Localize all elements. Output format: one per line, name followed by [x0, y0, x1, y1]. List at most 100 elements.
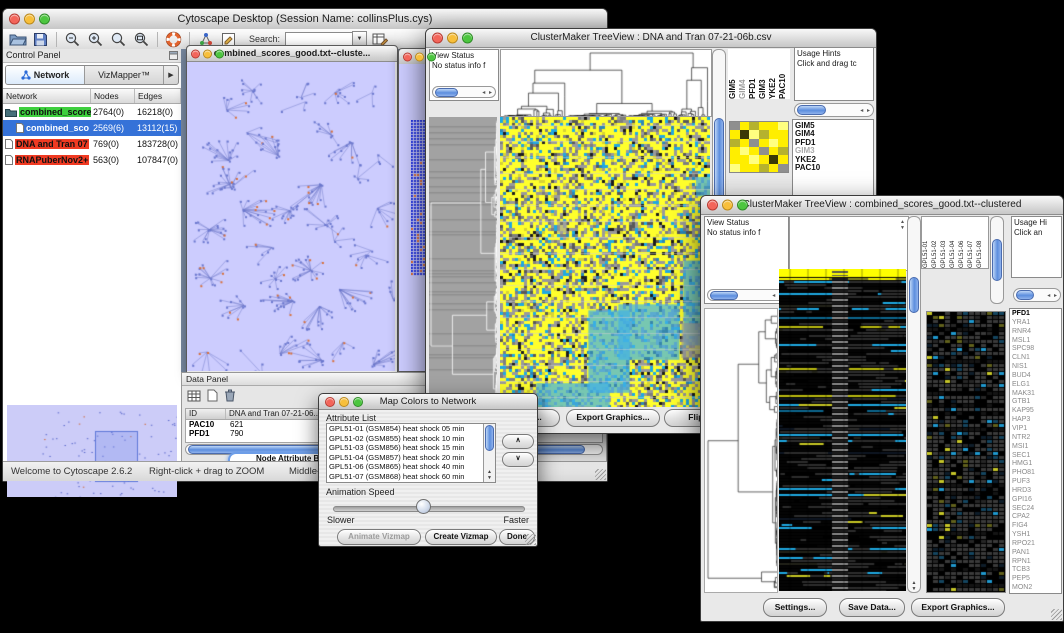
gene-label[interactable]: CLN1 — [1010, 354, 1061, 363]
scroll-arrows-icon[interactable]: ◂ ▸ — [860, 107, 873, 114]
matrix-cell[interactable] — [759, 155, 769, 163]
network-view-window[interactable]: combined_scores_good.txt--cluste... — [186, 45, 398, 373]
column-dendrogram[interactable] — [500, 49, 712, 117]
attribute-item[interactable]: GPL51-07 (GSM868) heat shock 60 min — [327, 472, 495, 482]
export-graphics-button[interactable]: Export Graphics... — [911, 598, 1005, 617]
gene-label[interactable]: VIP1 — [1010, 425, 1061, 434]
zoom-hscrollbar[interactable]: ◂ ▸ — [794, 103, 874, 117]
zoom-vscrollbar[interactable] — [990, 216, 1004, 304]
scroll-thumb[interactable] — [435, 88, 458, 97]
scroll-thumb[interactable] — [992, 239, 1002, 281]
gene-label[interactable]: CPA2 — [1010, 513, 1061, 522]
matrix-cell[interactable] — [740, 139, 750, 147]
scroll-thumb[interactable] — [1016, 290, 1034, 300]
matrix-cell[interactable] — [730, 139, 740, 147]
resize-grip[interactable] — [595, 469, 606, 480]
zoom-window-button[interactable] — [737, 200, 748, 211]
delete-attribute-icon[interactable] — [224, 389, 236, 407]
matrix-cell[interactable] — [749, 139, 759, 147]
gene-label[interactable]: BUD4 — [1010, 372, 1061, 381]
tab-overflow-button[interactable]: ▶ — [163, 66, 178, 84]
network-tree-row[interactable]: combined_scores 2764(0) 16218(0) — [3, 104, 181, 120]
matrix-cell[interactable] — [749, 164, 759, 172]
zoom-fit-button[interactable] — [108, 30, 129, 48]
matrix-cell[interactable] — [759, 147, 769, 155]
column-label[interactable]: GPL51-04 (GSM857) — [949, 217, 958, 268]
column-label[interactable]: YKE2 — [768, 49, 778, 99]
dialog-title-bar[interactable]: Map Colors to Network — [319, 394, 537, 410]
network-tree-row-selected[interactable]: combined_sco 2569(6) 13112(15) — [3, 120, 181, 136]
gene-label[interactable]: YRA1 — [1010, 319, 1061, 328]
gene-label[interactable]: NTR2 — [1010, 434, 1061, 443]
matrix-cell[interactable] — [778, 155, 788, 163]
matrix-cell[interactable] — [778, 164, 788, 172]
close-button[interactable] — [325, 397, 335, 407]
zoom-window-button[interactable] — [462, 33, 473, 44]
matrix-cell[interactable] — [749, 155, 759, 163]
matrix-cell[interactable] — [730, 147, 740, 155]
gene-label[interactable]: MON2 — [1010, 584, 1061, 593]
zoom-window-button[interactable] — [427, 52, 436, 61]
close-button[interactable] — [403, 52, 412, 61]
tab-network[interactable]: Network — [6, 66, 85, 84]
matrix-cell[interactable] — [740, 164, 750, 172]
help-icon[interactable] — [163, 30, 184, 48]
save-session-button[interactable] — [30, 30, 51, 48]
global-heatmap[interactable] — [779, 269, 906, 591]
heatmap-vscrollbar[interactable]: ▲▼ — [907, 216, 921, 593]
gene-label[interactable]: PEP5 — [1010, 575, 1061, 584]
column-label[interactable]: PFD1 — [748, 49, 758, 99]
zoom-column-labels[interactable]: GIM5GIM4PFD1GIM3YKE2PAC10 — [728, 49, 790, 99]
list-vscrollbar[interactable]: ▲▼ — [483, 424, 495, 482]
matrix-cell[interactable] — [740, 122, 750, 130]
gene-label[interactable]: RPO21 — [1010, 540, 1061, 549]
matrix-cell[interactable] — [778, 139, 788, 147]
settings-button[interactable]: Settings... — [763, 598, 827, 617]
gene-label[interactable]: FIG4 — [1010, 522, 1061, 531]
minimize-button[interactable] — [339, 397, 349, 407]
gene-label[interactable]: PHO81 — [1010, 469, 1061, 478]
network-tree-row[interactable]: DNA and Tran 07 769(0) 183728(0) — [3, 136, 181, 152]
matrix-cell[interactable] — [759, 130, 769, 138]
attribute-select-icon[interactable] — [187, 389, 201, 407]
gene-label-list[interactable]: PFD1YRA1RNR4MSL1SPC98CLN1NIS1BUD4ELG1MAK… — [1009, 308, 1062, 594]
open-session-button[interactable] — [7, 30, 28, 48]
gene-label[interactable]: KAP95 — [1010, 407, 1061, 416]
column-label[interactable]: GIM3 — [758, 49, 768, 99]
network-view-canvas[interactable] — [187, 62, 395, 371]
matrix-cell[interactable] — [769, 122, 779, 130]
move-up-button[interactable]: ∧ — [502, 434, 534, 449]
minimize-button[interactable] — [447, 33, 458, 44]
attribute-item[interactable]: GPL51-06 (GSM865) heat shock 40 min — [327, 462, 495, 472]
zoom-window-button[interactable] — [215, 49, 224, 58]
scroll-thumb[interactable] — [710, 291, 738, 300]
matrix-cell[interactable] — [769, 164, 779, 172]
matrix-cell[interactable] — [730, 122, 740, 130]
attribute-listbox[interactable]: GPL51-01 (GSM854) heat shock 05 minGPL51… — [326, 423, 496, 483]
gene-label[interactable]: SPC98 — [1010, 345, 1061, 354]
network-view-title-bar[interactable]: combined_scores_good.txt--cluste... — [187, 46, 397, 62]
matrix-cell[interactable] — [769, 130, 779, 138]
view-status-hscrollbar[interactable]: ◂ ▸ — [707, 289, 786, 301]
zoom-heatmap[interactable] — [926, 311, 1006, 593]
scroll-arrows-icon[interactable]: ▲▼ — [908, 580, 920, 592]
column-label[interactable]: GPL51-08 (GSM872) — [976, 217, 985, 268]
matrix-cell[interactable] — [730, 164, 740, 172]
animate-vizmap-button[interactable]: Animate Vizmap — [337, 529, 421, 545]
gene-label[interactable]: PAC10 — [793, 164, 873, 172]
zoom-window-button[interactable] — [39, 14, 50, 25]
column-header-network[interactable]: Network — [3, 89, 91, 103]
zoom-heatmap[interactable] — [729, 121, 789, 173]
new-attribute-icon[interactable] — [207, 389, 218, 407]
gene-label[interactable]: ELG1 — [1010, 381, 1061, 390]
tab-vizmapper[interactable]: VizMapper™ — [85, 66, 163, 84]
gene-label[interactable]: RPN1 — [1010, 558, 1061, 567]
global-heatmap[interactable] — [500, 117, 710, 407]
matrix-cell[interactable] — [740, 155, 750, 163]
matrix-cell[interactable] — [740, 147, 750, 155]
matrix-cell[interactable] — [759, 122, 769, 130]
gene-label[interactable]: TCB3 — [1010, 566, 1061, 575]
column-label[interactable]: GPL51-07 (GSM868) — [967, 217, 976, 268]
minimize-button[interactable] — [722, 200, 733, 211]
float-panel-icon[interactable] — [169, 51, 178, 60]
